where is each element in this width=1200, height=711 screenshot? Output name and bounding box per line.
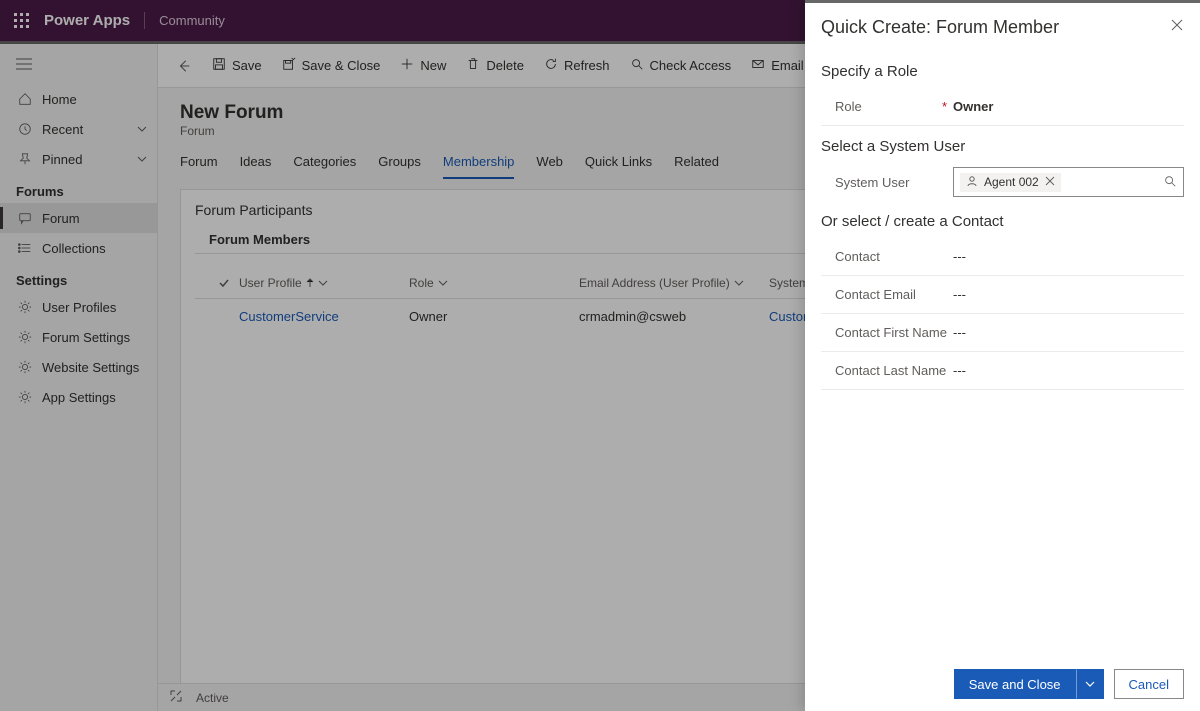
field-role[interactable]: Role * Owner [821, 88, 1184, 126]
close-icon[interactable] [1170, 18, 1184, 37]
contact-email-value: --- [953, 287, 1184, 302]
section-role-title: Specify a Role [821, 51, 1184, 88]
contact-label: Contact [835, 249, 880, 264]
contact-value: --- [953, 249, 1184, 264]
save-and-close-chevron[interactable] [1076, 669, 1104, 699]
cancel-button[interactable]: Cancel [1114, 669, 1184, 699]
contact-first-label: Contact First Name [835, 325, 947, 340]
field-contact-email[interactable]: Contact Email --- [821, 276, 1184, 314]
field-system-user[interactable]: System User Agent 002 [821, 163, 1184, 201]
contact-first-value: --- [953, 325, 1184, 340]
quick-create-panel: Quick Create: Forum Member Specify a Rol… [805, 0, 1200, 711]
panel-footer: Save and Close Cancel [805, 657, 1200, 711]
section-user-title: Select a System User [821, 126, 1184, 163]
section-contact-title: Or select / create a Contact [821, 201, 1184, 238]
system-user-value: Agent 002 [984, 175, 1039, 189]
required-indicator: * [942, 99, 947, 114]
role-label: Role [835, 99, 862, 114]
panel-body: Specify a Role Role * Owner Select a Sys… [805, 51, 1200, 657]
panel-title: Quick Create: Forum Member [821, 17, 1059, 38]
role-value: Owner [953, 99, 1184, 114]
contact-last-label: Contact Last Name [835, 363, 946, 378]
field-contact-last-name[interactable]: Contact Last Name --- [821, 352, 1184, 390]
system-user-lookup[interactable]: Agent 002 [953, 167, 1184, 197]
contact-last-value: --- [953, 363, 1184, 378]
modal-scrim [0, 0, 805, 711]
user-icon [966, 175, 978, 190]
field-contact[interactable]: Contact --- [821, 238, 1184, 276]
save-and-close-button[interactable]: Save and Close [954, 669, 1076, 699]
search-icon[interactable] [1163, 174, 1177, 191]
system-user-pill[interactable]: Agent 002 [960, 173, 1061, 192]
system-user-label: System User [835, 175, 909, 190]
contact-email-label: Contact Email [835, 287, 916, 302]
remove-pill-icon[interactable] [1045, 175, 1055, 189]
field-contact-first-name[interactable]: Contact First Name --- [821, 314, 1184, 352]
panel-header: Quick Create: Forum Member [805, 3, 1200, 51]
